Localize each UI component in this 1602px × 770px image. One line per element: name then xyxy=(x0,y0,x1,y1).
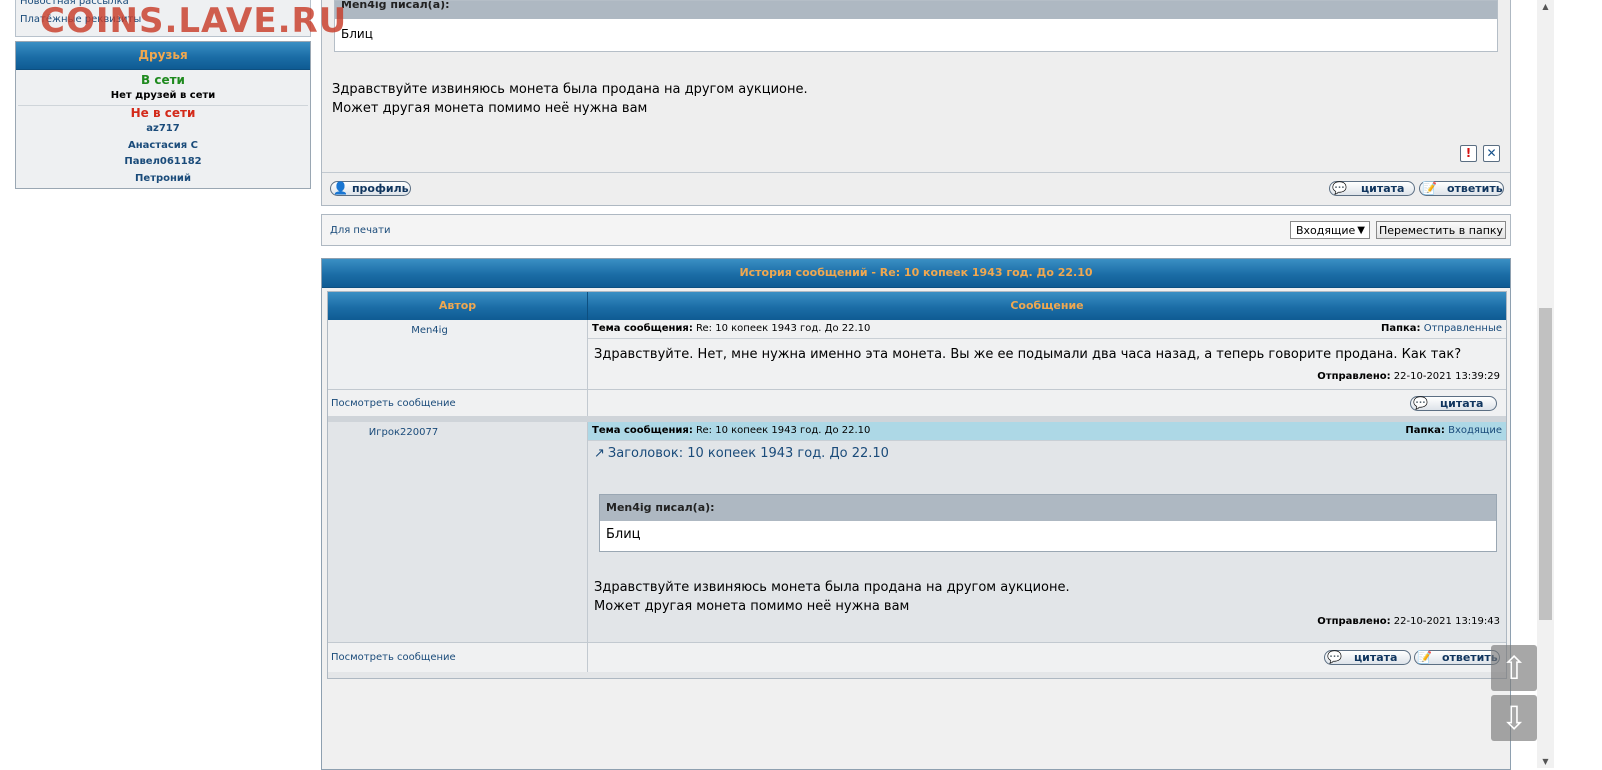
quote-body: Блиц xyxy=(341,27,373,41)
print-link[interactable]: Для печати xyxy=(330,225,390,236)
scroll-up-arrow-icon[interactable]: ▲ xyxy=(1537,2,1554,11)
online-label: В сети xyxy=(141,73,185,87)
folder-link[interactable]: Входящие xyxy=(1448,425,1502,436)
quote-button[interactable]: 💬 цитата xyxy=(1329,181,1415,196)
message-line: Может другая монета помимо неё нужна вам xyxy=(594,599,910,614)
heading-text: Заголовок: 10 копеек 1943 год. До 22.10 xyxy=(607,446,889,461)
actions-cell: 💬 цитата 📝 ответить xyxy=(588,642,1506,672)
speech-bubble-icon: 💬 xyxy=(1413,396,1428,410)
speech-bubble-icon: 💬 xyxy=(1327,650,1342,664)
folder-select-value: Входящие xyxy=(1296,224,1356,237)
folder-select[interactable]: Входящие ▼ xyxy=(1290,221,1370,239)
author-link[interactable]: Men4ig xyxy=(300,325,559,336)
quote-button-label: цитата xyxy=(1353,651,1398,664)
folder-label: Папка: xyxy=(1380,323,1421,334)
quote-body: Блиц xyxy=(606,527,641,542)
history-title: История сообщений - Re: 10 копеек 1943 г… xyxy=(322,259,1510,288)
quote-button[interactable]: 💬 цитата xyxy=(1410,396,1497,411)
view-message-link[interactable]: Посмотреть сообщение xyxy=(331,652,456,663)
message-body: Здравствуйте. Нет, мне нужна именно эта … xyxy=(594,347,1462,362)
print-move-bar: Для печати Входящие ▼ Переместить в папк… xyxy=(321,214,1511,246)
friend-link[interactable]: Петроний xyxy=(16,171,310,188)
page-scrollbar[interactable]: ▲ ▼ xyxy=(1537,0,1554,768)
view-link-cell: Посмотреть сообщение xyxy=(328,389,588,416)
message-cell: Тема сообщения: Re: 10 копеек 1943 год. … xyxy=(588,422,1506,642)
quote-header: Men4ig писал(а): xyxy=(335,1,1497,19)
message-body: Здравствуйте извиняюсь монета была прода… xyxy=(594,578,1070,616)
author-column-header: Автор xyxy=(328,292,588,321)
post-divider xyxy=(322,172,1510,173)
view-link-cell: Посмотреть сообщение xyxy=(328,642,588,672)
scroll-to-top-button[interactable]: ⇧ xyxy=(1491,645,1537,691)
quote-button-label: цитата xyxy=(1360,182,1405,195)
folder-link[interactable]: Отправленные xyxy=(1424,323,1502,334)
site-watermark: COINS.LAVE.RU xyxy=(40,1,348,41)
message-cell: Тема сообщения: Re: 10 копеек 1943 год. … xyxy=(588,320,1506,389)
topic-row: Тема сообщения: Re: 10 копеек 1943 год. … xyxy=(588,422,1506,441)
quote-header: Men4ig писал(а): xyxy=(600,495,1496,521)
external-link-icon: ↗ xyxy=(594,446,605,461)
speech-bubble-icon: 💬 xyxy=(1332,181,1347,195)
message-history: История сообщений - Re: 10 копеек 1943 г… xyxy=(321,258,1511,770)
no-friends-online: Нет друзей в сети xyxy=(110,90,216,101)
report-icon[interactable]: ! xyxy=(1460,145,1477,162)
reply-button[interactable]: 📝 ответить xyxy=(1419,181,1504,196)
move-to-folder-button[interactable]: Переместить в папку xyxy=(1376,221,1506,239)
scroll-down-arrow-icon[interactable]: ▼ xyxy=(1537,757,1554,766)
author-cell: Игрок220077 xyxy=(328,422,588,642)
delete-icon[interactable]: ✕ xyxy=(1483,145,1500,162)
topic-label: Тема сообщения: xyxy=(592,425,693,436)
sent-value: 22-10-2021 13:19:43 xyxy=(1393,616,1500,627)
quote-block: Men4ig писал(а): Блиц xyxy=(599,494,1497,552)
reply-button[interactable]: 📝 ответить xyxy=(1414,650,1500,665)
offline-label: Не в сети xyxy=(130,106,196,120)
friend-link[interactable]: Анастасия С xyxy=(16,138,310,155)
chevron-down-icon: ▼ xyxy=(1357,225,1365,236)
actions-cell: 💬 цитата xyxy=(588,389,1506,416)
author-cell: Men4ig xyxy=(328,320,588,389)
friend-link[interactable]: az717 xyxy=(16,121,310,138)
friends-panel: Друзья В сети Нет друзей в сети Не в сет… xyxy=(15,41,311,189)
topic-value: Re: 10 копеек 1943 год. До 22.10 xyxy=(696,425,871,436)
message-line: Может другая монета помимо неё нужна вам xyxy=(332,101,648,116)
friend-link[interactable]: Павел061182 xyxy=(16,154,310,171)
scroll-thumb[interactable] xyxy=(1539,308,1552,620)
author-link[interactable]: Игрок220077 xyxy=(274,427,533,438)
topic-label: Тема сообщения: xyxy=(592,323,693,334)
folder-info: Папка: Входящие xyxy=(1405,422,1502,440)
sent-label: Отправлено: xyxy=(1317,371,1391,382)
topic-value: Re: 10 копеек 1943 год. До 22.10 xyxy=(696,323,871,334)
message-line: Здравствуйте извиняюсь монета была прода… xyxy=(332,82,808,97)
message-column-header: Сообщение xyxy=(588,292,1506,321)
profile-button-label: профиль xyxy=(351,182,409,195)
view-message-link[interactable]: Посмотреть сообщение xyxy=(331,398,456,409)
topic-row: Тема сообщения: Re: 10 копеек 1943 год. … xyxy=(588,320,1506,339)
profile-button[interactable]: 👤 профиль xyxy=(330,181,411,196)
quote-block: Men4ig писал(а): Блиц xyxy=(334,0,1498,52)
sent-label: Отправлено: xyxy=(1317,616,1391,627)
post-actions: ! ✕ xyxy=(1460,145,1500,162)
scroll-to-bottom-button[interactable]: ⇩ xyxy=(1491,695,1537,741)
notepad-icon: 📝 xyxy=(1417,650,1432,664)
reply-button-label: ответить xyxy=(1441,651,1498,664)
history-table: Автор Сообщение Men4ig Тема сообщения: R… xyxy=(327,291,1507,679)
folder-label: Папка: xyxy=(1405,425,1445,436)
friends-title: Друзья xyxy=(16,42,310,70)
sent-time: Отправлено: 22-10-2021 13:39:29 xyxy=(1317,371,1500,382)
quote-button-label: цитата xyxy=(1439,397,1484,410)
message-body: Здравствуйте извиняюсь монета была прода… xyxy=(332,80,808,118)
reply-button-label: ответить xyxy=(1446,182,1503,195)
message-heading-link[interactable]: ↗ Заголовок: 10 копеек 1943 год. До 22.1… xyxy=(594,446,889,461)
sent-value: 22-10-2021 13:39:29 xyxy=(1393,371,1500,382)
user-icon: 👤 xyxy=(333,181,348,195)
notepad-icon: 📝 xyxy=(1422,181,1437,195)
quote-button[interactable]: 💬 цитата xyxy=(1324,650,1411,665)
sent-time: Отправлено: 22-10-2021 13:19:43 xyxy=(1317,616,1500,627)
folder-info: Папка: Отправленные xyxy=(1381,320,1502,338)
message-line: Здравствуйте извиняюсь монета была прода… xyxy=(594,580,1070,595)
current-message: Men4ig писал(а): Блиц Здравствуйте извин… xyxy=(321,0,1511,206)
